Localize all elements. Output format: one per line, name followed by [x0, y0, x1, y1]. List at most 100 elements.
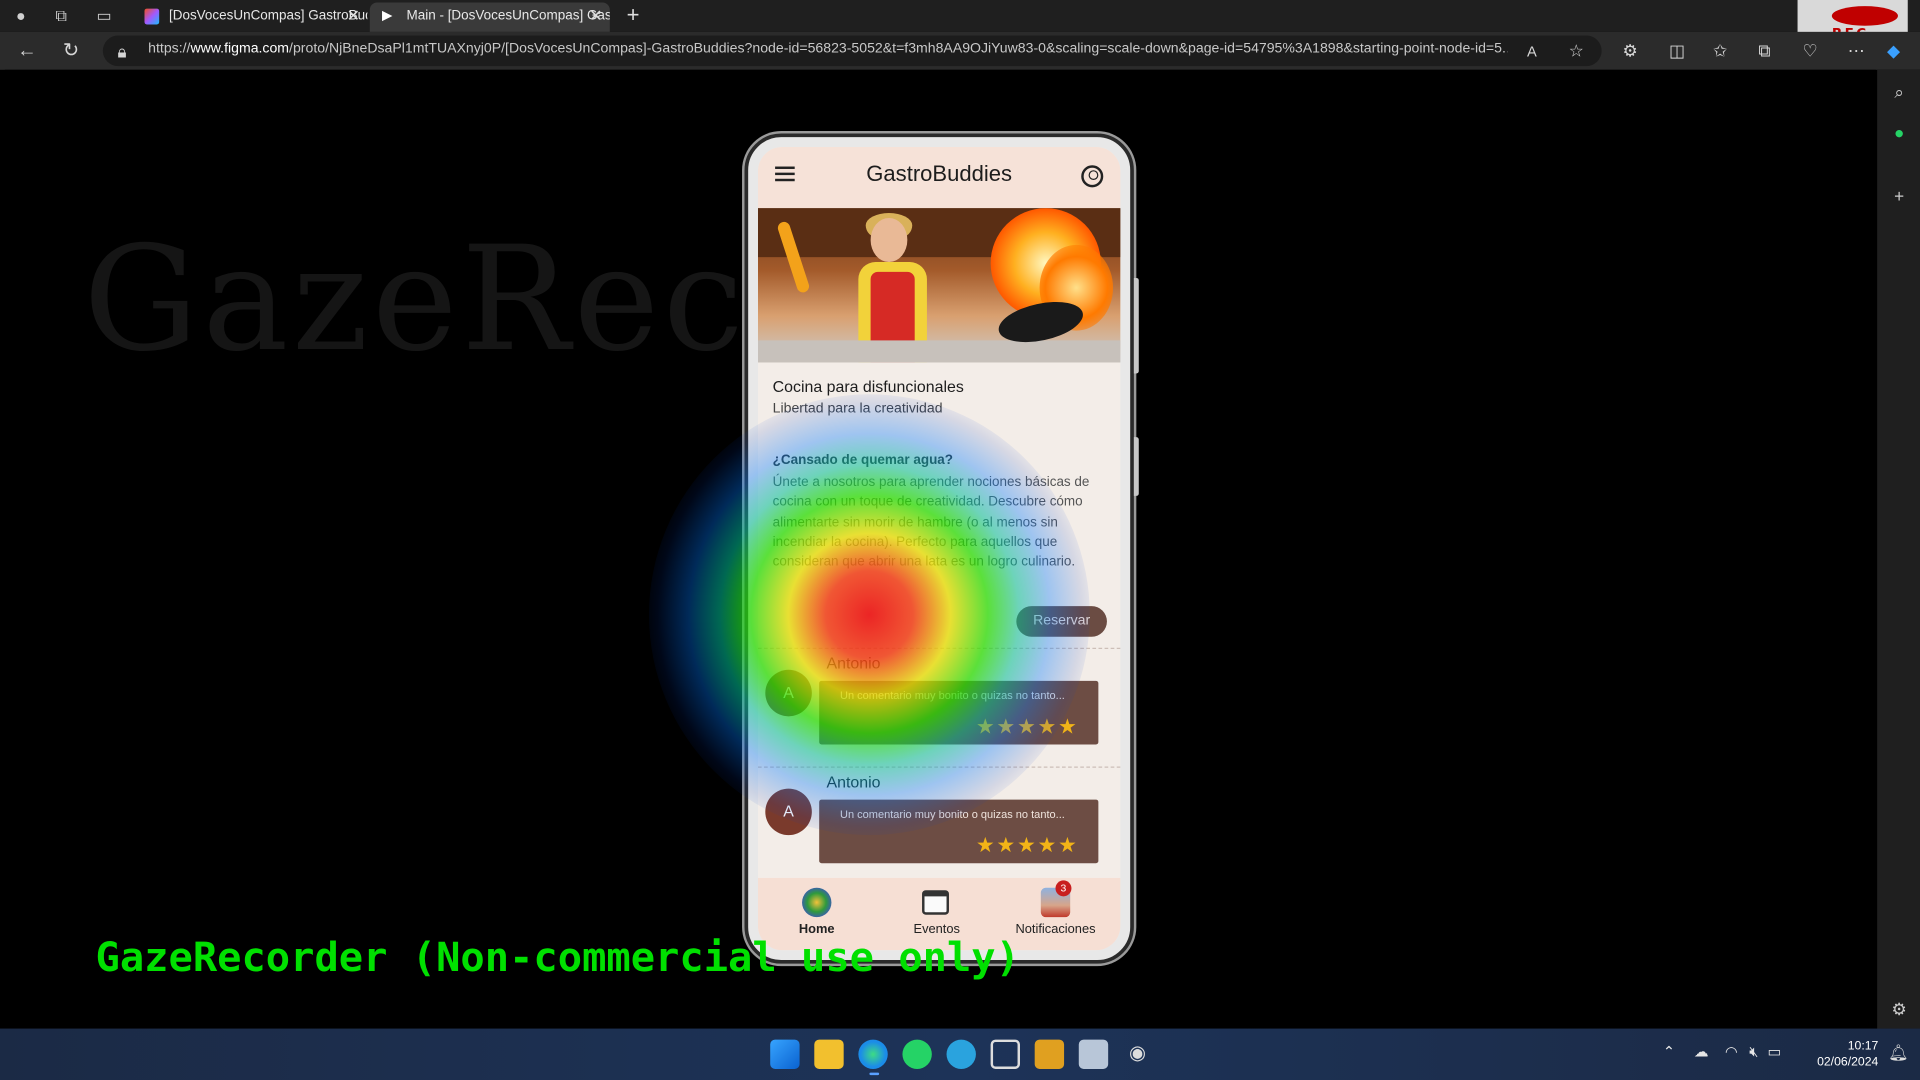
clock[interactable]: 10:17 02/06/2024	[1800, 1038, 1878, 1070]
hero-image	[757, 208, 1121, 363]
tab-gastrobuddies[interactable]: [DosVocesUnCompas] GastroBuddies ✕	[132, 2, 367, 31]
tab-actions-icon[interactable]: ▭	[93, 5, 115, 27]
phone-side-button	[1133, 437, 1139, 496]
rating-stars: ★ ★ ★ ★ ★	[976, 715, 1079, 739]
star-icon: ★	[996, 715, 1016, 739]
ghost-watermark-text: GazeRec	[83, 214, 748, 384]
figma-favicon-icon	[144, 8, 160, 25]
avatar[interactable]: A	[765, 669, 812, 717]
windows-start-icon[interactable]	[770, 1039, 800, 1069]
whatsapp-icon[interactable]: ●	[1888, 121, 1910, 143]
review-item: A Antonio Un comentario muy bonito o qui…	[758, 649, 1120, 759]
phone-frame: GastroBuddies Cocina para disfuncionales	[744, 133, 1134, 964]
phone-side-button	[1133, 277, 1139, 374]
nav-notificaciones[interactable]: 3 Notificaciones	[1007, 878, 1105, 950]
browser-essentials-icon[interactable]: ♡	[1802, 39, 1817, 61]
favorites-icon[interactable]: ✩	[1713, 39, 1727, 61]
star-icon: ★	[975, 715, 995, 739]
onedrive-icon[interactable]: ☁	[1694, 1043, 1709, 1060]
edge-sidebar: ⌕ ● + ⚙	[1877, 69, 1920, 1029]
account-icon[interactable]	[1081, 165, 1104, 188]
chevron-up-icon[interactable]: ⌃	[1663, 1043, 1675, 1060]
wifi-icon[interactable]: ◠	[1725, 1043, 1738, 1060]
gazerecorder-watermark: GazeRecorder (Non-commercial use only)	[95, 933, 1020, 981]
nav-notificaciones-label: Notificaciones	[1015, 922, 1096, 937]
edge-browser-icon[interactable]	[858, 1039, 888, 1069]
tab-title: Main - [DosVocesUnCompas] GastroBuddies	[406, 8, 610, 24]
star-icon: ★	[996, 833, 1016, 858]
calendar-clock-icon	[922, 890, 949, 915]
record-dot-icon	[1831, 6, 1898, 26]
address-bar-row: ← ↻ 🔒︎ https://www.figma.com/proto/NjBne…	[0, 31, 1920, 70]
gear-icon[interactable]: ⚙	[1888, 998, 1910, 1020]
reserve-button[interactable]: Reservar	[1016, 606, 1107, 637]
settings-more-icon[interactable]: ⋯	[1848, 39, 1865, 61]
back-arrow-icon[interactable]: ←	[15, 39, 39, 63]
browser-tab-bar: ● ⧉ ▭ [DosVocesUnCompas] GastroBuddies ✕…	[0, 0, 1920, 45]
windows-taskbar: ◉ ⌃ ☁ ◠ 🔇︎ ▭ 10:17 02/06/2024 🔔︎	[0, 1028, 1920, 1080]
app-title: GastroBuddies	[866, 161, 1013, 187]
whatsapp-taskbar-icon[interactable]	[902, 1039, 932, 1069]
figma-prototype-viewport: GazeRec GastroBuddies Cocina para disfun…	[4, 69, 1876, 1029]
screen: ● ⧉ ▭ [DosVocesUnCompas] GastroBuddies ✕…	[0, 0, 1920, 1080]
app-screen: GastroBuddies Cocina para disfuncionales	[757, 146, 1121, 951]
hero-counter	[757, 340, 1121, 363]
tab-main[interactable]: ▶ Main - [DosVocesUnCompas] GastroBuddie…	[369, 2, 610, 32]
avatar[interactable]: A	[765, 788, 812, 836]
rating-stars: ★ ★ ★ ★ ★	[976, 834, 1079, 858]
event-description: Únete a nosotros para aprender nociones …	[772, 475, 1090, 570]
event-subtitle: Libertad para la creatividad	[772, 401, 943, 417]
star-icon: ★	[1037, 833, 1057, 858]
file-explorer-icon[interactable]	[814, 1039, 844, 1069]
review-bubble: Un comentario muy bonito o quizas no tan…	[819, 680, 1099, 745]
review-comment: Un comentario muy bonito o quizas no tan…	[840, 808, 1065, 821]
volume-muted-icon[interactable]: 🔇︎	[1749, 1043, 1758, 1060]
address-bar[interactable]: 🔒︎ https://www.figma.com/proto/NjBneDsaP…	[102, 35, 1602, 67]
star-icon: ★	[975, 833, 995, 858]
cube-app-icon[interactable]	[990, 1039, 1021, 1069]
search-icon[interactable]: ⌕	[1888, 81, 1910, 103]
profile-icon[interactable]: ●	[10, 5, 32, 27]
telegram-icon[interactable]	[946, 1039, 976, 1069]
workspaces-icon[interactable]: ⧉	[50, 5, 72, 27]
star-icon: ★	[1057, 833, 1077, 858]
star-icon: ★	[1016, 833, 1036, 858]
review-item: A Antonio Un comentario muy bonito o qui…	[758, 768, 1120, 878]
clock-date: 02/06/2024	[1817, 1055, 1879, 1069]
system-tray: ⌃ ☁ ◠ 🔇︎ ▭	[1663, 1043, 1782, 1061]
split-screen-icon[interactable]: ◫	[1669, 39, 1685, 61]
active-app-indicator	[869, 1072, 880, 1076]
notification-badge: 3	[1055, 880, 1072, 897]
app-bar: GastroBuddies	[757, 146, 1121, 209]
reviewer-name: Antonio	[826, 653, 881, 673]
url-domain: www.figma.com	[190, 41, 290, 57]
read-aloud-icon[interactable]: A	[1527, 40, 1537, 62]
lock-icon[interactable]: 🔒︎	[118, 40, 127, 62]
copilot-icon[interactable]: ◆	[1887, 39, 1900, 61]
notepad-icon[interactable]	[1078, 1039, 1109, 1069]
url-prefix: https://	[148, 41, 191, 57]
hero-head	[870, 217, 908, 263]
extensions-icon[interactable]: ⚙	[1622, 39, 1637, 61]
play-favicon-icon: ▶	[382, 8, 393, 24]
close-tab-icon[interactable]: ✕	[589, 2, 602, 29]
collections-icon[interactable]: ⧉	[1758, 39, 1770, 61]
star-icon: ★	[1037, 715, 1057, 739]
eye-app-icon[interactable]: ◉	[1123, 1040, 1152, 1069]
notifications-bell-icon[interactable]: 🔔︎	[1888, 1043, 1908, 1063]
favorite-star-icon[interactable]: ☆	[1569, 39, 1584, 61]
battery-icon[interactable]: ▭	[1768, 1043, 1782, 1060]
event-question: ¿Cansado de quemar agua?	[772, 453, 954, 468]
close-tab-icon[interactable]: ✕	[347, 2, 360, 29]
url-path: /proto/NjBneDsaPl1mtTUAXnyj0P/[DosVocesU…	[289, 41, 1508, 57]
new-tab-button[interactable]: +	[621, 2, 645, 26]
event-title: Cocina para disfuncionales	[772, 377, 964, 396]
refresh-icon[interactable]: ↻	[59, 39, 83, 63]
tab-title: [DosVocesUnCompas] GastroBuddies	[168, 8, 367, 24]
tools-app-icon[interactable]	[1034, 1039, 1065, 1069]
review-bubble: Un comentario muy bonito o quizas no tan…	[819, 799, 1099, 864]
review-comment: Un comentario muy bonito o quizas no tan…	[840, 689, 1065, 702]
reviewer-name: Antonio	[826, 772, 881, 792]
add-icon[interactable]: +	[1888, 185, 1910, 207]
star-icon: ★	[1057, 715, 1077, 739]
